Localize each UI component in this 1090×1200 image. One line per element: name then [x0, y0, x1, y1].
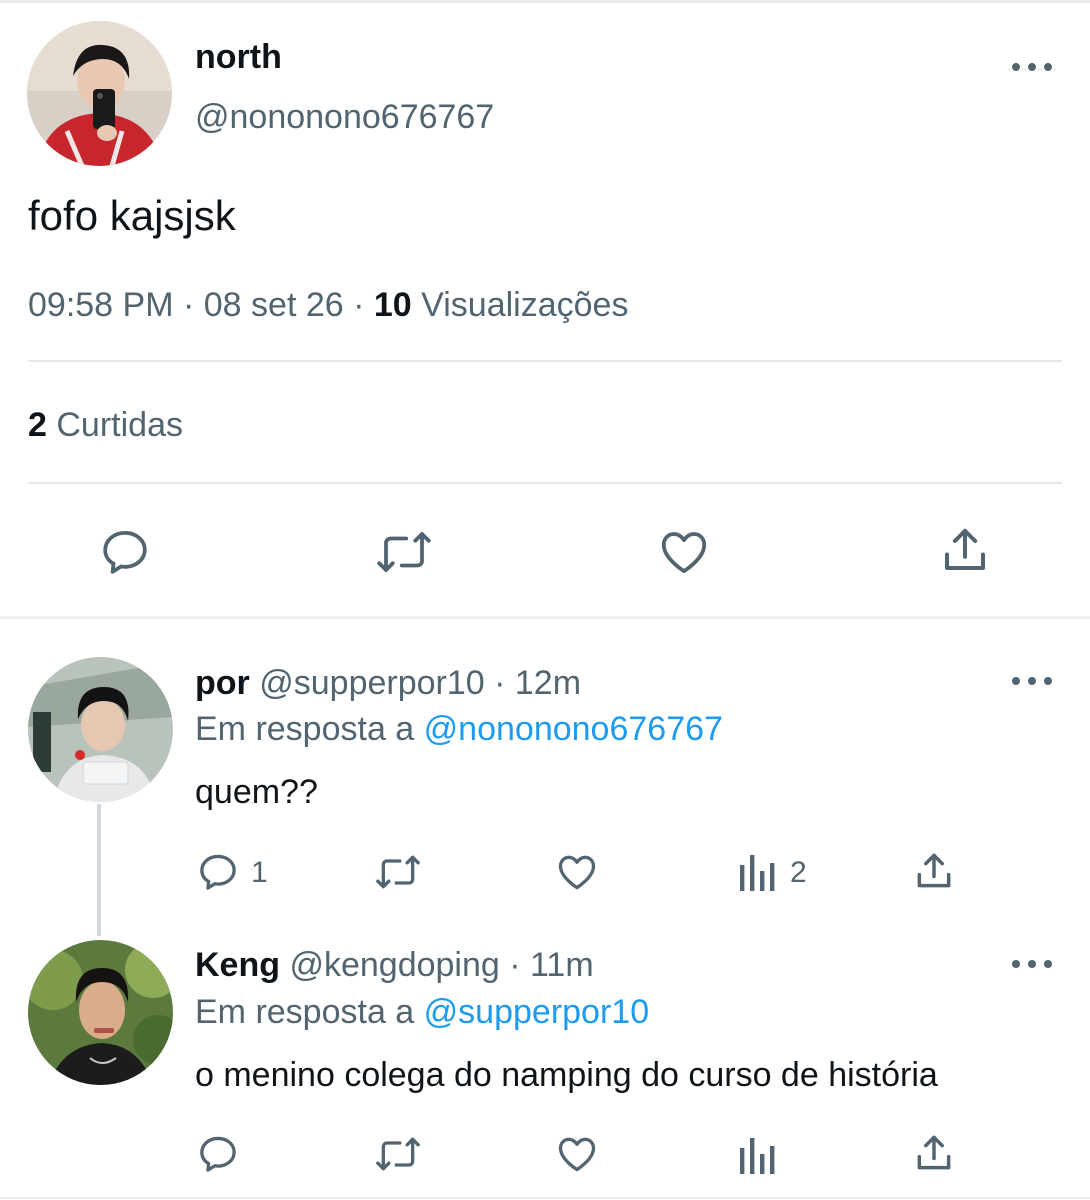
handle[interactable]: @supperpor10	[259, 664, 484, 702]
reply-header: por @supperpor10 · 12m	[195, 664, 581, 703]
avatar[interactable]	[28, 657, 173, 802]
display-name[interactable]: Keng	[195, 946, 280, 984]
reply-count: 1	[251, 856, 268, 889]
tweet-date[interactable]: 08 set 26	[204, 286, 344, 324]
handle[interactable]: @nononono676767	[195, 98, 494, 137]
thread-line	[97, 804, 101, 936]
like-icon[interactable]	[656, 525, 712, 579]
likes-label: Curtidas	[56, 406, 183, 444]
views-icon[interactable]	[738, 853, 778, 891]
divider	[0, 1197, 1090, 1199]
section-divider	[0, 616, 1090, 619]
display-name[interactable]: por	[195, 664, 250, 702]
reply-icon[interactable]	[196, 1132, 240, 1176]
mention-link[interactable]: @supperpor10	[424, 993, 649, 1031]
reply-context: Em resposta a @nononono676767	[195, 710, 723, 749]
reply-icon[interactable]	[196, 850, 240, 894]
mention-link[interactable]: @nononono676767	[424, 710, 723, 748]
divider	[28, 482, 1062, 484]
likes-summary[interactable]: 2 Curtidas	[28, 406, 183, 445]
reply-prefix: Em resposta a	[195, 710, 415, 748]
reply-text: quem??	[195, 773, 318, 811]
timestamp[interactable]: · 12m	[494, 664, 581, 702]
separator: ·	[353, 286, 365, 324]
reply-context: Em resposta a @supperpor10	[195, 993, 649, 1032]
reply-header: Keng @kengdoping · 11m	[195, 946, 594, 985]
retweet-icon[interactable]	[374, 525, 434, 579]
retweet-icon[interactable]	[372, 1132, 424, 1176]
views-icon[interactable]	[738, 1136, 778, 1174]
timestamp[interactable]: · 11m	[509, 946, 593, 984]
likes-count: 2	[28, 406, 47, 444]
tweet-time[interactable]: 09:58 PM	[28, 286, 174, 324]
avatar[interactable]	[28, 940, 173, 1085]
reply-text: o menino colega do namping do curso de h…	[195, 1056, 938, 1094]
display-name[interactable]: north	[195, 38, 282, 77]
views-count: 2	[790, 856, 807, 889]
views-label: Visualizações	[421, 286, 629, 324]
tweet-meta: 09:58 PM · 08 set 26 · 10 Visualizações	[28, 286, 628, 325]
share-icon[interactable]	[912, 849, 956, 893]
more-icon[interactable]	[1012, 677, 1052, 689]
like-icon[interactable]	[554, 850, 600, 894]
reply-icon[interactable]	[98, 525, 152, 579]
share-icon[interactable]	[912, 1131, 956, 1175]
tweet-text: fofo kajsjsk	[28, 192, 236, 239]
avatar[interactable]	[27, 21, 172, 166]
like-icon[interactable]	[554, 1132, 600, 1176]
separator: ·	[182, 286, 195, 324]
share-icon[interactable]	[938, 523, 992, 577]
more-icon[interactable]	[1012, 63, 1052, 75]
divider	[28, 360, 1062, 362]
more-icon[interactable]	[1012, 960, 1052, 972]
top-edge	[0, 0, 1090, 3]
handle[interactable]: @kengdoping	[289, 946, 499, 984]
reply-prefix: Em resposta a	[195, 993, 415, 1031]
views-count: 10	[373, 286, 412, 324]
retweet-icon[interactable]	[372, 850, 424, 894]
